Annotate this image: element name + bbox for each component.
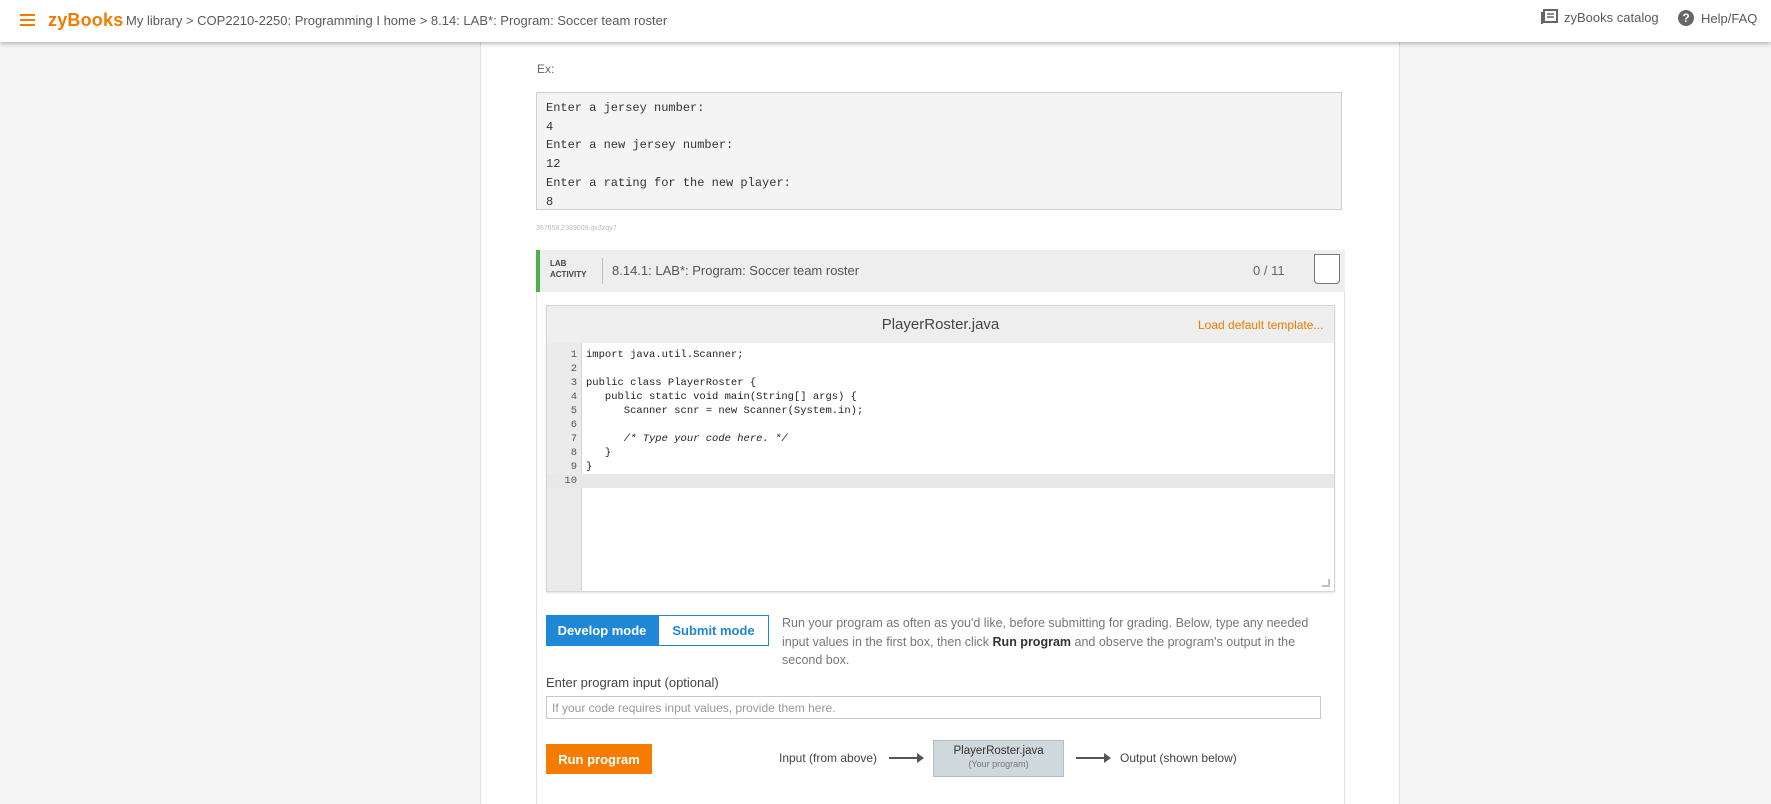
code-line: 4 public static void main(String[] args)… xyxy=(547,390,1334,404)
code-area[interactable]: 1 import java.util.Scanner; 2 3 public cla… xyxy=(547,348,1334,488)
submit-mode-button[interactable]: Submit mode xyxy=(658,615,769,646)
develop-mode-button[interactable]: Develop mode xyxy=(546,615,658,646)
code-line: 9} xyxy=(547,460,1334,474)
code-line: 3 public class PlayerRoster { xyxy=(547,376,1334,390)
line-number: 4 xyxy=(570,391,577,403)
example-line: 12 xyxy=(546,157,561,172)
lab-tag-line: LAB xyxy=(550,259,567,268)
mode-description: Run your program as often as you'd like,… xyxy=(782,614,1337,670)
example-line: Enter a new jersey number: xyxy=(546,138,734,153)
code-text: } xyxy=(586,461,593,473)
line-number: 10 xyxy=(564,475,577,487)
flow-program-box: PlayerRoster.java (Your program) xyxy=(933,739,1065,777)
svg-text:?: ? xyxy=(1682,11,1689,25)
code-line: 6 xyxy=(547,418,1334,432)
flow-input-label: Input (from above) xyxy=(779,751,878,765)
example-line: 8 xyxy=(546,194,554,209)
line-number: 5 xyxy=(570,405,577,417)
example-line: Enter a rating for the new player: xyxy=(546,175,791,190)
code-editor[interactable]: PlayerRoster.java Load default template.… xyxy=(546,305,1335,592)
completion-badge-icon xyxy=(1314,254,1340,284)
help-icon: ? xyxy=(1678,10,1694,26)
example-label: Ex: xyxy=(537,62,555,76)
code-line: 2 xyxy=(547,362,1334,376)
program-flow-diagram: Input (from above) PlayerRoster.java (Yo… xyxy=(779,735,1237,781)
code-line: 7 /* Type your code here. */ xyxy=(547,432,1334,446)
divider xyxy=(602,258,603,284)
catalog-label: zyBooks catalog xyxy=(1564,9,1659,25)
lab-title: 8.14.1: LAB*: Program: Soccer team roste… xyxy=(612,263,860,278)
resize-handle-icon[interactable] xyxy=(1322,579,1330,587)
catalog-link[interactable]: zyBooks catalog xyxy=(1540,9,1659,25)
score-text: 0 / 11 xyxy=(1253,263,1285,278)
editor-header: PlayerRoster.java Load default template.… xyxy=(547,306,1334,343)
help-link[interactable]: ? Help/FAQ xyxy=(1677,9,1757,27)
code-text: } xyxy=(586,447,612,459)
content-id: 357658.2389009.qx3zqy7 xyxy=(536,225,617,232)
code-text: public static void main(String[] args) { xyxy=(586,391,857,403)
flow-program-name: PlayerRoster.java xyxy=(953,744,1044,757)
top-bar: zyBooks My library > COP2210-2250: Progr… xyxy=(0,0,1771,42)
arrow-right-icon xyxy=(889,753,925,763)
line-number: 3 xyxy=(570,377,577,389)
catalog-icon xyxy=(1541,9,1558,24)
flow-program-sub: (Your program) xyxy=(968,758,1029,769)
code-text: public class PlayerRoster { xyxy=(586,377,757,389)
example-line: Enter a jersey number: xyxy=(546,101,705,115)
example-output-box: Enter a jersey number: 4 Enter a new jer… xyxy=(536,92,1342,210)
line-number: 2 xyxy=(570,363,577,375)
line-number: 7 xyxy=(570,433,577,445)
menu-icon[interactable] xyxy=(20,14,35,26)
code-text: Scanner scnr = new Scanner(System.in); xyxy=(586,405,864,417)
content-column: Ex: Enter a jersey number: 4 Enter a new… xyxy=(480,42,1400,804)
line-number: 1 xyxy=(570,349,577,361)
program-input-field[interactable] xyxy=(546,696,1321,719)
line-number: 6 xyxy=(570,419,577,431)
lab-body: PlayerRoster.java Load default template.… xyxy=(536,292,1345,804)
run-program-button[interactable]: Run program xyxy=(546,744,652,774)
mode-desc-bold: Run program xyxy=(992,634,1072,649)
help-label: Help/FAQ xyxy=(1701,10,1758,26)
program-input-label: Enter program input (optional) xyxy=(546,675,719,690)
code-line: 1 import java.util.Scanner; xyxy=(547,348,1334,362)
line-number: 9 xyxy=(570,461,577,473)
example-line: 4 xyxy=(546,119,554,134)
arrow-right-icon xyxy=(1076,753,1112,763)
mode-toggle: Develop mode Submit mode xyxy=(546,615,769,646)
lab-tag-line: ACTIVITY xyxy=(550,270,587,279)
brand-logo[interactable]: zyBooks xyxy=(48,10,123,31)
load-default-template-link[interactable]: Load default template... xyxy=(1198,318,1323,332)
code-line: 8 } xyxy=(547,446,1334,460)
line-number: 8 xyxy=(570,447,577,459)
code-line-active: 10 xyxy=(547,474,1334,488)
breadcrumb[interactable]: My library > COP2210-2250: Programming I… xyxy=(126,13,667,28)
code-line: 5 Scanner scnr = new Scanner(System.in); xyxy=(547,404,1334,418)
lab-activity-tag: LAB ACTIVITY xyxy=(550,258,586,280)
lab-activity-header: LAB ACTIVITY 8.14.1: LAB*: Program: Socc… xyxy=(536,250,1345,292)
code-text: /* Type your code here. */ xyxy=(586,433,788,445)
flow-output-label: Output (shown below) xyxy=(1120,751,1237,765)
code-text: import java.util.Scanner; xyxy=(586,349,744,361)
